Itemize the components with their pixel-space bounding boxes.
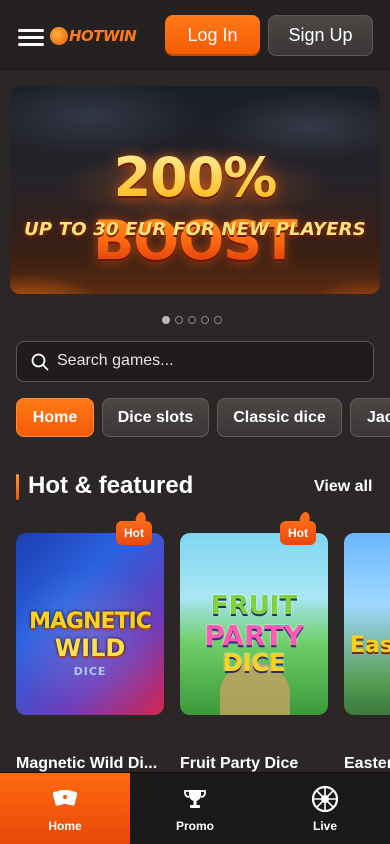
carousel-dot[interactable] (188, 316, 196, 324)
game-title[interactable]: Fruit Party Dice (180, 755, 330, 773)
top-header: HOTWIN Log In Sign Up (0, 0, 390, 70)
hot-badge: Hot (116, 521, 152, 545)
carousel-dot[interactable] (162, 316, 170, 324)
tab-jackpot[interactable]: Jac (350, 398, 390, 437)
logo-text: HOTWIN (69, 27, 137, 45)
hot-badge: Hot (280, 521, 316, 545)
game-card-magnetic-wild-dice[interactable]: MAGNETIC WILD DICE (16, 533, 164, 715)
game-art-text: Eas (350, 633, 390, 658)
flame-logo-icon (50, 27, 68, 45)
nav-label: Live (312, 819, 337, 833)
carousel-dot[interactable] (201, 316, 209, 324)
game-art-text: PARTY (204, 619, 304, 652)
nav-promo[interactable]: Promo (130, 773, 260, 844)
carousel-dot[interactable] (175, 316, 183, 324)
game-card-easter[interactable]: Eas (344, 533, 390, 715)
view-all-link[interactable]: View all (314, 478, 372, 496)
game-card-fruit-party-dice[interactable]: FRUIT PARTY DICE (180, 533, 328, 715)
game-art-text: FRUIT (210, 591, 298, 621)
section-title: Hot & featured (28, 472, 194, 499)
tab-classic-dice[interactable]: Classic dice (217, 398, 342, 437)
search-input[interactable] (57, 342, 367, 380)
roulette-icon (311, 785, 339, 813)
nav-label: Promo (175, 819, 214, 833)
game-title[interactable]: Magnetic Wild Di... (16, 755, 166, 773)
page: HOTWIN Log In Sign Up 200% BOOST UP TO 3… (0, 0, 390, 844)
signup-button[interactable]: Sign Up (268, 15, 373, 56)
section-accent-bar (16, 474, 19, 500)
game-art-text: DICE (222, 649, 286, 677)
tab-home[interactable]: Home (16, 398, 94, 437)
banner-title: 200% BOOST (10, 146, 380, 272)
tab-dice-slots[interactable]: Dice slots (102, 398, 209, 437)
login-button[interactable]: Log In (165, 15, 260, 56)
category-tabs: Home Dice slots Classic dice Jac (16, 398, 390, 438)
bottom-nav: Home Promo Live (0, 772, 390, 844)
nav-home[interactable]: Home (0, 773, 130, 844)
carousel-dots (162, 316, 222, 326)
carousel-dot[interactable] (214, 316, 222, 324)
cards-icon (52, 790, 78, 806)
game-title[interactable]: Easter (344, 755, 390, 773)
game-art-text: WILD (54, 634, 126, 662)
brand-logo[interactable]: HOTWIN (50, 24, 137, 48)
trophy-icon (184, 790, 206, 808)
game-art-text: MAGNETIC (29, 609, 152, 634)
search-bar[interactable] (16, 341, 374, 382)
nav-label: Home (48, 819, 82, 833)
search-icon (31, 353, 49, 371)
nav-live[interactable]: Live (260, 773, 390, 844)
menu-icon[interactable] (18, 26, 44, 46)
game-art-text: DICE (73, 665, 107, 678)
banner-subtitle: UP TO 30 EUR FOR NEW PLAYERS (24, 219, 366, 240)
promo-banner[interactable]: 200% BOOST UP TO 30 EUR FOR NEW PLAYERS (10, 86, 380, 294)
